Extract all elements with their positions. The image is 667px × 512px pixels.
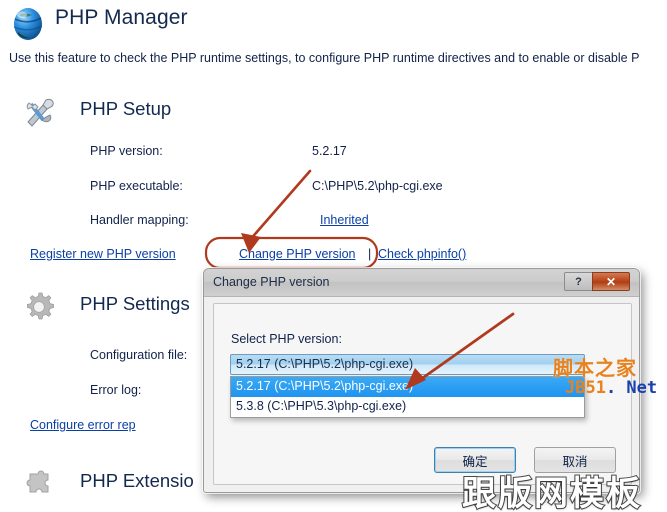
label-error-log: Error log: bbox=[90, 383, 142, 397]
label-select-php-version: Select PHP version: bbox=[231, 332, 342, 346]
value-php-executable: C:\PHP\5.2\php-cgi.exe bbox=[312, 179, 443, 193]
help-icon[interactable]: ? bbox=[564, 272, 593, 291]
watermark-jb51-name: JB51 bbox=[565, 378, 606, 398]
link-check-phpinfo[interactable]: Check phpinfo() bbox=[378, 247, 466, 261]
watermark-bottom-cn: 跟版网模板 bbox=[461, 474, 642, 512]
page-description: Use this feature to check the PHP runtim… bbox=[9, 51, 640, 65]
watermark-top-cn: 脚本之家 bbox=[553, 358, 637, 380]
php-version-dropdown-list[interactable]: 5.2.17 (C:\PHP\5.2\php-cgi.exe) 5.3.8 (C… bbox=[230, 376, 585, 418]
watermark-jb51: JB51. Net bbox=[565, 378, 657, 398]
gear-icon bbox=[27, 292, 54, 320]
dialog-title: Change PHP version bbox=[213, 275, 330, 289]
page-title: PHP Manager bbox=[55, 6, 188, 29]
watermark-jb51-tld: . Net bbox=[605, 378, 658, 398]
label-configuration-file: Configuration file: bbox=[90, 348, 188, 362]
close-icon[interactable]: ✕ bbox=[592, 272, 630, 291]
section-title-php-extensions: PHP Extensio bbox=[80, 470, 194, 491]
dropdown-option-0[interactable]: 5.2.17 (C:\PHP\5.2\php-cgi.exe) bbox=[231, 377, 584, 397]
link-register-new-php-version[interactable]: Register new PHP version bbox=[30, 247, 176, 261]
label-php-version: PHP version: bbox=[90, 144, 163, 158]
dropdown-option-1[interactable]: 5.3.8 (C:\PHP\5.3\php-cgi.exe) bbox=[231, 397, 584, 417]
php-version-combobox[interactable]: 5.2.17 (C:\PHP\5.2\php-cgi.exe) bbox=[230, 354, 585, 375]
php-manager-page: PHP Manager Use this feature to check th… bbox=[0, 0, 667, 512]
dialog-titlebar[interactable]: Change PHP version ? ✕ bbox=[204, 269, 639, 297]
wrench-hammer-icon bbox=[26, 98, 54, 127]
puzzle-icon bbox=[26, 470, 49, 493]
link-inherited[interactable]: Inherited bbox=[320, 213, 369, 227]
link-separator: | bbox=[368, 247, 372, 261]
globe-icon bbox=[13, 8, 43, 40]
php-version-combobox-value: 5.2.17 (C:\PHP\5.2\php-cgi.exe) bbox=[236, 357, 414, 371]
label-php-executable: PHP executable: bbox=[90, 179, 183, 193]
section-title-php-settings: PHP Settings bbox=[80, 293, 190, 314]
link-change-php-version[interactable]: Change PHP version bbox=[239, 247, 356, 261]
link-configure-error-reporting[interactable]: Configure error rep bbox=[30, 418, 136, 432]
section-title-php-setup: PHP Setup bbox=[80, 98, 172, 119]
value-php-version: 5.2.17 bbox=[312, 144, 347, 158]
label-handler-mapping: Handler mapping: bbox=[90, 213, 189, 227]
page-header: PHP Manager bbox=[0, 0, 667, 46]
